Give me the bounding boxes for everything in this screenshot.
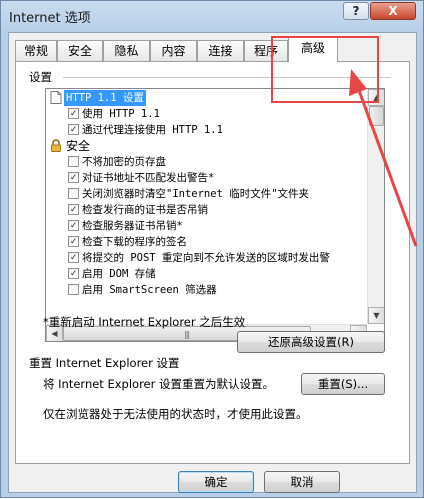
annotation-arrow-icon [349, 69, 418, 247]
internet-options-window: Internet 选项 ? X 常规 安全 隐私 内容 连接 程序 高级 设置 … [0, 0, 424, 498]
